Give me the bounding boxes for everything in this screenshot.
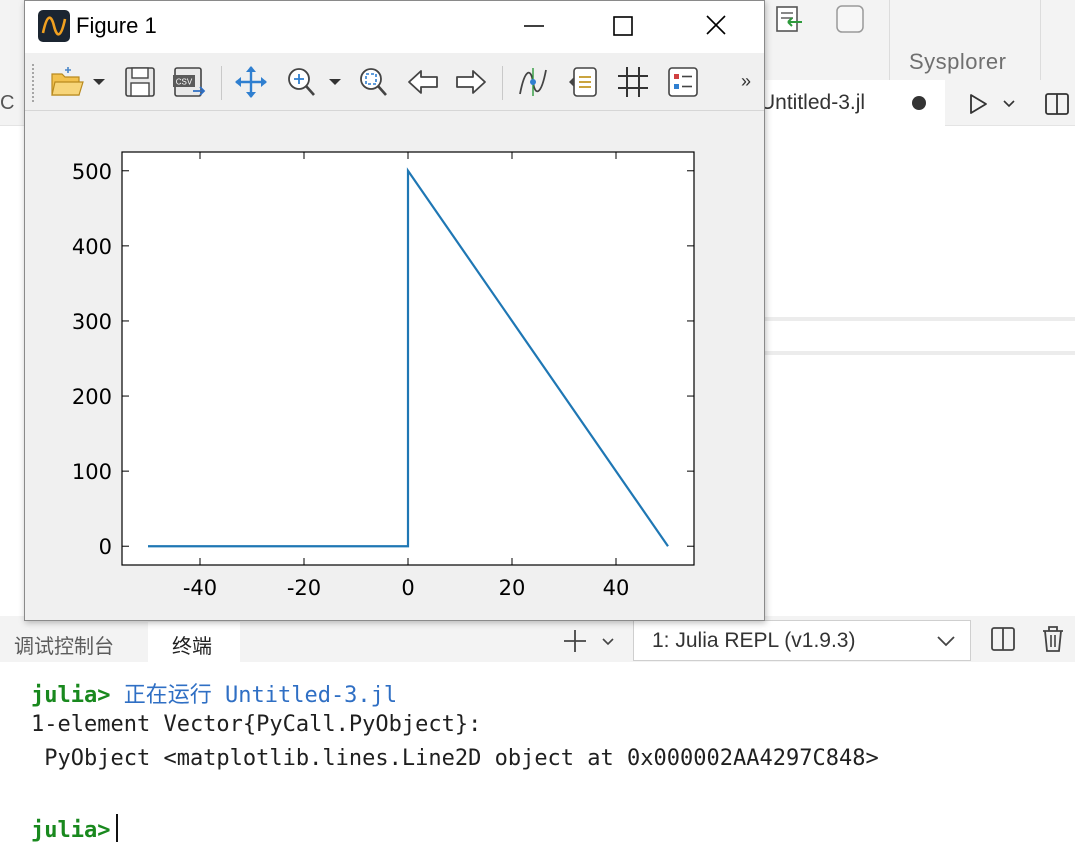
subplots-icon[interactable] [565,64,601,100]
new-terminal-icon[interactable] [562,628,588,654]
maximize-icon[interactable] [600,9,646,43]
matplotlib-app-icon [38,10,70,42]
figure-window[interactable]: Figure 1 CSV » -40 -20 0 20 40 0 100 200… [24,0,765,621]
chevron-down-icon[interactable] [1001,96,1017,112]
window-title: Figure 1 [76,13,157,38]
y-tick-label: 100 [72,460,112,484]
figure-toolbar: CSV » [25,53,764,111]
back-arrow-icon[interactable] [405,64,441,100]
unsaved-dot-icon[interactable] [912,96,926,110]
chevron-down-icon [937,636,955,647]
toolbar-grip[interactable] [31,63,35,103]
import-figure-icon[interactable] [772,2,806,36]
figure-titlebar[interactable]: Figure 1 [25,1,764,53]
toolbar-overflow-button[interactable]: » [741,71,751,92]
tab-terminal-label[interactable]: 终端 [172,630,212,659]
y-tick-label: 300 [72,310,112,334]
split-terminal-icon[interactable] [990,626,1016,652]
terminal-line-1: julia> 正在运行 Untitled-3.jl [31,677,397,709]
y-tick-label: 400 [72,235,112,259]
y-tick-label: 500 [72,160,112,184]
terminal-line-4[interactable]: julia> [31,814,119,843]
pan-icon[interactable] [233,64,269,100]
split-editor-icon[interactable] [1044,92,1070,116]
save-csv-icon[interactable]: CSV [171,64,207,100]
legend-icon[interactable] [665,64,701,100]
zoom-fit-icon[interactable] [355,64,391,100]
tab-debug-console[interactable]: 调试控制台 [14,630,114,659]
open-folder-icon[interactable] [49,64,107,100]
running-message: 正在运行 Untitled-3.jl [123,683,398,708]
repl-prompt: julia> [31,683,111,708]
text-cursor [116,814,119,842]
editor-divider [765,317,1075,321]
terminal-select[interactable]: 1: Julia REPL (v1.9.3) [633,620,971,661]
svg-text:CSV: CSV [176,78,193,87]
forward-arrow-icon[interactable] [453,64,489,100]
terminal-line-2: 1-element Vector{PyCall.PyObject}: [31,712,482,737]
x-tick-label: 20 [499,576,526,600]
zoom-icon[interactable] [283,64,345,100]
x-tick-label: 0 [401,576,414,600]
chevron-down-icon[interactable] [600,634,616,650]
minimize-icon[interactable] [511,9,557,43]
sysplorer-label: Sysplorer [909,49,1007,74]
x-tick-label: 40 [603,576,630,600]
x-tick-label: -40 [183,576,217,600]
plot-canvas[interactable]: -40 -20 0 20 400100200300400500 [25,112,764,620]
x-tick-label: -20 [287,576,321,600]
editor-divider [765,351,1075,355]
y-tick-label: 200 [72,385,112,409]
run-icon[interactable] [966,92,990,116]
terminal-select-value: 1: Julia REPL (v1.9.3) [652,629,856,652]
toolbar-divider [889,0,890,80]
curve-edit-icon[interactable] [515,64,551,100]
toolbar-separator [502,66,503,100]
close-icon[interactable] [693,9,739,43]
toolbar-separator [221,66,222,100]
checkbox-tool-icon[interactable] [833,2,867,36]
hidden-tab-fragment: C [0,92,15,114]
repl-prompt: julia> [31,818,111,843]
terminal-line-3: PyObject <matplotlib.lines.Line2D object… [31,746,879,771]
grid-icon[interactable] [615,64,651,100]
tab-untitled-3-label: Untitled-3.jl [760,91,866,114]
y-tick-label: 0 [99,535,112,559]
toolbar-divider [1040,0,1041,80]
trash-icon[interactable] [1041,625,1065,653]
save-icon[interactable] [122,64,158,100]
